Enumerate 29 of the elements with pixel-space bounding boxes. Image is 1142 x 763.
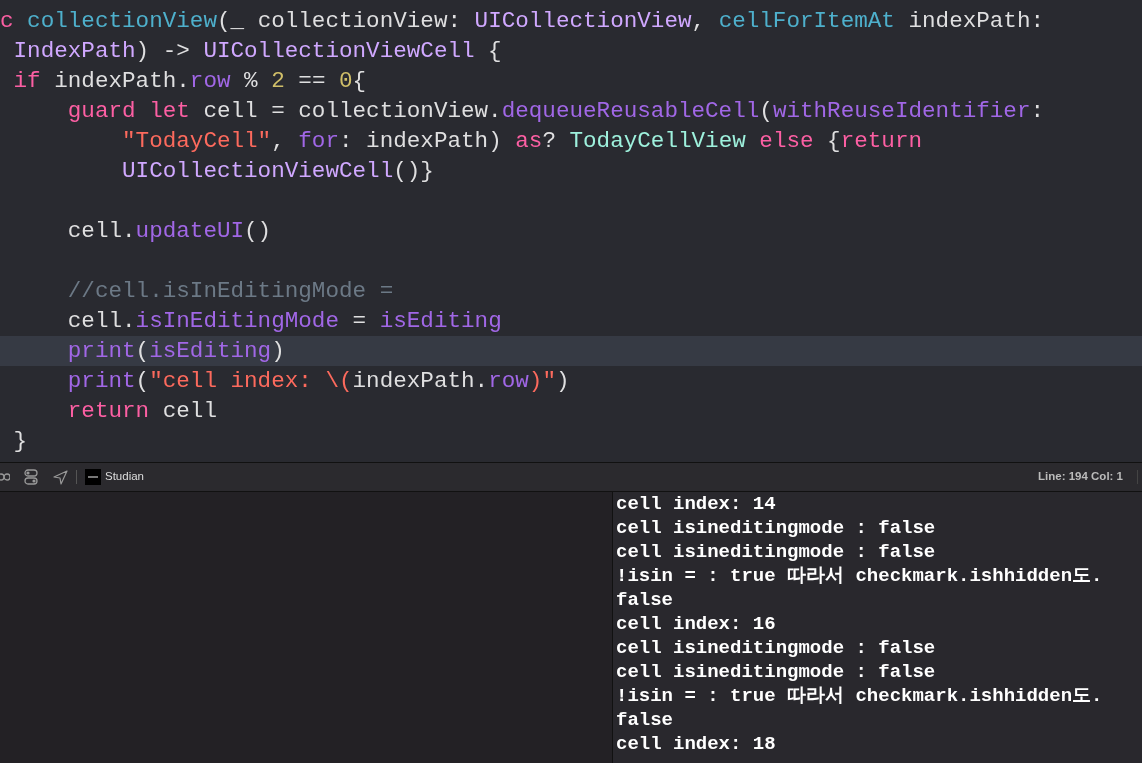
- console-line: cell isineditingmode : false: [616, 540, 937, 564]
- scheme-label[interactable]: Studian: [105, 468, 144, 486]
- code-line: }: [12, 427, 29, 456]
- code-line: c collectionView(_ collectionView: UICollectionView, cellForItemAt indexPath:: [0, 7, 1046, 36]
- console-line: cell index: 16: [616, 612, 777, 636]
- location-arrow-icon[interactable]: [53, 469, 68, 485]
- console-line: !isin = : true 따라서 checkmark.ishhidden도.: [616, 684, 1104, 708]
- console-line: cell isineditingmode : false: [616, 660, 937, 684]
- console-line: cell index: 18: [616, 732, 777, 756]
- code-line: //cell.isInEditingMode =: [66, 277, 395, 306]
- code-line: cell.updateUI(): [66, 217, 273, 246]
- console-line: cell isineditingmode : false: [616, 516, 937, 540]
- console-line: !isin = : true 따라서 checkmark.ishhidden도.: [616, 564, 1104, 588]
- console-line: false: [616, 708, 674, 732]
- console-line: cell isineditingmode : false: [616, 636, 937, 660]
- toggle-icon[interactable]: [24, 469, 38, 485]
- app-icon[interactable]: [85, 469, 101, 485]
- code-line: if indexPath.row % 2 == 0{: [12, 67, 368, 96]
- code-line: guard let cell = collectionView.dequeueReusableCell(withReuseIdentifier:: [66, 97, 1046, 126]
- link-icon[interactable]: [0, 472, 10, 482]
- console-line: cell index: 14: [616, 492, 777, 516]
- code-line: print("cell index: \(indexPath.row)"): [66, 367, 571, 396]
- code-line: return cell: [66, 397, 218, 426]
- code-line: IndexPath) -> UICollectionViewCell {: [12, 37, 503, 66]
- code-line: UICollectionViewCell()}: [121, 157, 435, 186]
- code-line: cell.isInEditingMode = isEditing: [66, 307, 503, 336]
- code-line: "TodayCell", for: indexPath) as? TodayCellView else {return: [121, 127, 924, 156]
- console-line: false: [616, 588, 674, 612]
- cursor-position: Line: 194 Col: 1: [1038, 469, 1123, 485]
